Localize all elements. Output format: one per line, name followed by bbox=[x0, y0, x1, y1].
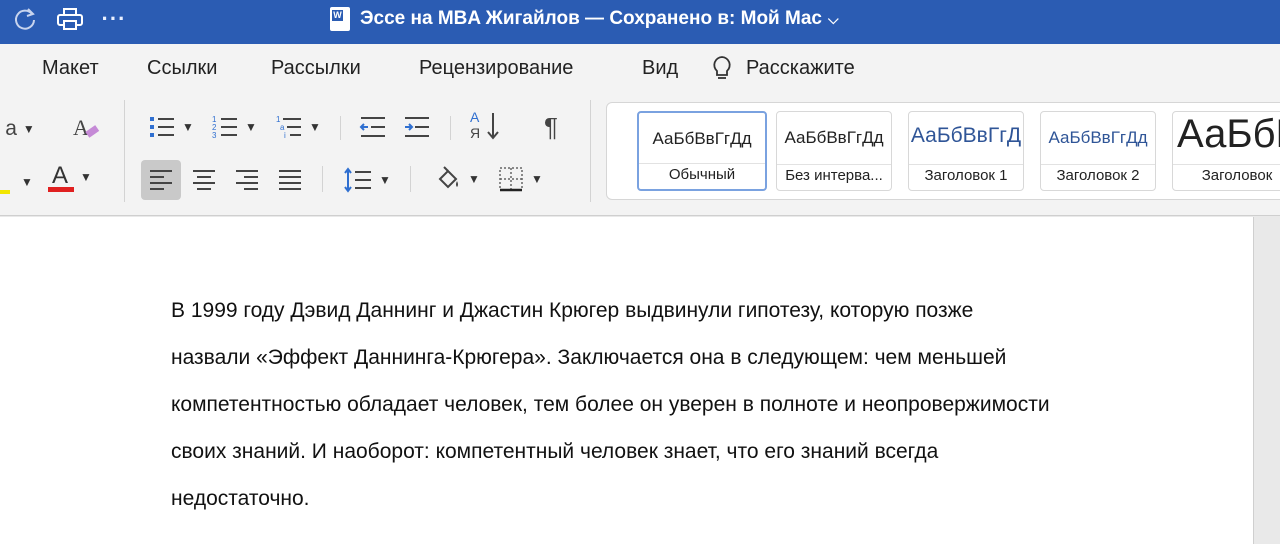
print-icon[interactable] bbox=[54, 6, 86, 32]
highlight-color-button[interactable]: ▼ bbox=[0, 166, 36, 198]
document-canvas: В 1999 году Дэвид Даннинг и Джастин Крюг… bbox=[0, 217, 1280, 544]
decrease-indent-button[interactable] bbox=[356, 112, 390, 142]
bullet-list-icon bbox=[150, 117, 175, 137]
tab-layout[interactable]: Макет bbox=[42, 57, 99, 80]
multilevel-list-button[interactable]: 1ai ▼ bbox=[272, 112, 324, 142]
change-case-button[interactable]: a ▼ bbox=[0, 114, 40, 144]
more-icon[interactable]: ··· bbox=[100, 6, 128, 32]
text-line: своих знаний. И наоборот: компетентный ч… bbox=[171, 440, 939, 463]
document-body[interactable]: В 1999 году Дэвид Даннинг и Джастин Крюг… bbox=[171, 287, 1171, 522]
clear-formatting-icon: A bbox=[73, 115, 100, 140]
redo-icon[interactable] bbox=[10, 6, 40, 32]
numbered-list-icon: 123 bbox=[212, 115, 238, 140]
chevron-down-icon: ▼ bbox=[22, 122, 35, 136]
line-spacing-icon bbox=[344, 167, 372, 193]
numbering-button[interactable]: 123 ▼ bbox=[208, 112, 260, 142]
tab-review[interactable]: Рецензирование bbox=[419, 57, 573, 80]
tab-tell-me[interactable]: Расскажите bbox=[746, 57, 855, 80]
title-bar: ··· W Эссе на MBA Жигайлов — Сохранено в… bbox=[0, 0, 1280, 44]
align-left-icon bbox=[150, 170, 172, 190]
align-left-button[interactable] bbox=[141, 160, 181, 200]
chevron-down-icon: ▼ bbox=[21, 175, 33, 189]
paint-bucket-icon bbox=[438, 166, 459, 189]
chevron-down-icon: ▼ bbox=[80, 170, 92, 184]
font-color-swatch bbox=[48, 187, 75, 192]
style-heading-1[interactable]: АаБбВвГгД Заголовок 1 bbox=[908, 111, 1024, 191]
ribbon-tabs: Макет Ссылки Рассылки Рецензирование Вид… bbox=[0, 44, 1280, 94]
sort-button[interactable]: А Я bbox=[466, 108, 504, 144]
bullets-button[interactable]: ▼ bbox=[145, 112, 197, 142]
text-line: назвали «Эффект Даннинга-Крюгера». Заклю… bbox=[171, 346, 1007, 369]
decrease-indent-icon bbox=[359, 117, 385, 137]
sort-icon: А Я bbox=[468, 109, 502, 143]
align-right-button[interactable] bbox=[229, 160, 265, 200]
style-normal[interactable]: АаБбВвГгДд Обычный bbox=[637, 111, 767, 191]
tab-mailings[interactable]: Рассылки bbox=[271, 57, 361, 80]
word-document-icon: W bbox=[330, 7, 350, 31]
borders-icon bbox=[499, 167, 523, 192]
text-line: недостаточно. bbox=[171, 487, 310, 510]
style-heading-2[interactable]: АаБбВвГгДд Заголовок 2 bbox=[1040, 111, 1156, 191]
align-right-icon bbox=[236, 170, 258, 190]
svg-text:3: 3 bbox=[212, 131, 217, 140]
font-color-button[interactable]: A ▼ bbox=[44, 160, 96, 194]
shading-button[interactable]: ▼ bbox=[430, 162, 484, 196]
style-no-spacing[interactable]: АаБбВвГгДд Без интерва... bbox=[776, 111, 892, 191]
align-center-icon bbox=[193, 170, 215, 190]
multilevel-list-icon: 1ai bbox=[276, 115, 302, 140]
chevron-down-icon[interactable]: ⌵ bbox=[828, 11, 839, 28]
justify-button[interactable] bbox=[272, 160, 308, 200]
highlight-color-swatch bbox=[0, 190, 10, 194]
style-title[interactable]: АаБбВ Заголовок bbox=[1172, 111, 1280, 191]
align-center-button[interactable] bbox=[186, 160, 222, 200]
document-page[interactable]: В 1999 году Дэвид Даннинг и Джастин Крюг… bbox=[0, 217, 1254, 544]
show-formatting-marks-button[interactable]: ¶ bbox=[534, 110, 568, 144]
svg-text:i: i bbox=[284, 131, 286, 140]
borders-button[interactable]: ▼ bbox=[492, 162, 548, 196]
justify-icon bbox=[279, 170, 301, 190]
text-line: В 1999 году Дэвид Даннинг и Джастин Крюг… bbox=[171, 299, 974, 322]
tab-references[interactable]: Ссылки bbox=[147, 57, 217, 80]
line-spacing-button[interactable]: ▼ bbox=[340, 164, 394, 196]
increase-indent-button[interactable] bbox=[400, 112, 434, 142]
ribbon-toolbar: a ▼ A ▼ A ▼ ▼ 123 ▼ 1ai ▼ А Я ¶ ▼ ▼ ▼ Аа… bbox=[0, 94, 1280, 216]
clear-formatting-button[interactable]: A bbox=[70, 112, 102, 144]
styles-gallery: АаБбВвГгДд Обычный АаБбВвГгДд Без интерв… bbox=[606, 102, 1280, 200]
svg-text:A: A bbox=[73, 115, 89, 140]
document-title-text: Эссе на MBA Жигайлов — Сохранено в: Мой … bbox=[360, 8, 822, 29]
text-line: компетентностью обладает человек, тем бо… bbox=[171, 393, 1050, 416]
document-title[interactable]: W Эссе на MBA Жигайлов — Сохранено в: Мо… bbox=[330, 6, 839, 32]
increase-indent-icon bbox=[405, 117, 429, 137]
tab-view[interactable]: Вид bbox=[642, 57, 678, 80]
lightbulb-icon bbox=[710, 54, 734, 84]
